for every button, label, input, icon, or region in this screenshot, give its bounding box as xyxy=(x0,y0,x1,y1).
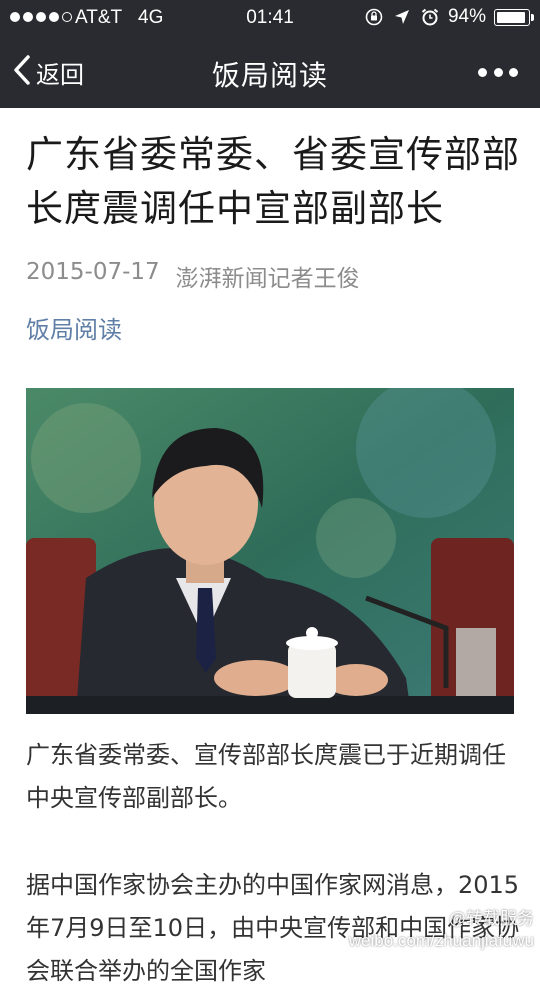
account-link[interactable]: 饭局阅读 xyxy=(26,310,122,345)
watermark-handle: @转载服务 xyxy=(448,909,534,928)
navigation-bar: 返回 饭局阅读 xyxy=(0,36,540,108)
article-title: 广东省委常委、省委宣传部部长庹震调任中宣部副部长 xyxy=(26,133,520,230)
status-right-group: 94% xyxy=(364,6,534,28)
article-paragraph: 广东省委常委、宣传部部长庹震已于近期调任中央宣传部副部长。 xyxy=(26,741,506,812)
alarm-clock-icon xyxy=(420,7,440,27)
article-meta: 2015-07-17 澎湃新闻记者王俊 xyxy=(26,259,360,293)
battery-level-fill xyxy=(497,11,526,23)
weibo-watermark: @转载服务 weibo.com/zhuanjiafuwu xyxy=(349,908,534,952)
author-name: 澎湃新闻记者王俊 xyxy=(175,266,360,292)
nav-title: 饭局阅读 xyxy=(211,59,328,92)
battery-percent: 94% xyxy=(447,6,486,27)
article-photo xyxy=(26,388,514,714)
location-arrow-icon xyxy=(392,7,412,27)
orientation-lock-icon xyxy=(364,7,384,27)
battery-icon xyxy=(494,8,534,26)
more-dots-icon[interactable] xyxy=(478,60,518,84)
more-dot xyxy=(509,67,518,77)
watermark-url: weibo.com/zhuanjiafuwu xyxy=(348,931,534,950)
status-bar: AT&T 4G 01:41 94% xyxy=(0,0,540,36)
publish-date: 2015-07-17 xyxy=(26,259,160,285)
more-dot xyxy=(478,67,487,77)
more-dot xyxy=(493,67,503,77)
